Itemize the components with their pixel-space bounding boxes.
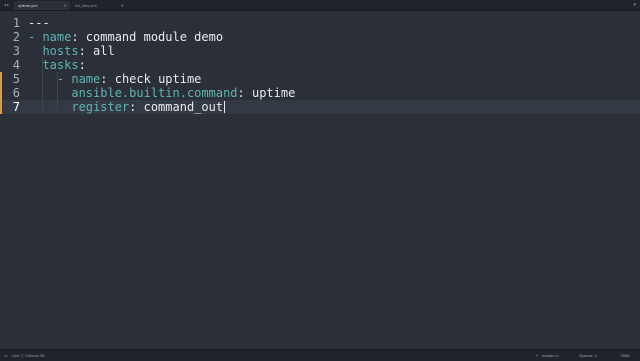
code-token: : <box>78 58 86 72</box>
git-branch[interactable]: master <box>542 350 554 361</box>
code-line[interactable]: - name: check uptime <box>28 72 202 86</box>
code-line[interactable]: ansible.builtin.command: uptime <box>28 86 295 100</box>
tab-list-dropdown-icon[interactable]: ▾ <box>633 0 636 10</box>
code-line[interactable]: - name: command module demo <box>28 30 223 44</box>
line-number: 5 <box>12 72 20 86</box>
code-token: : command_out <box>129 100 224 114</box>
cursor-position[interactable]: Line 7, Column 26 <box>12 350 44 361</box>
line-number: 2 <box>12 30 20 44</box>
yaml-key: ansible.builtin.command <box>71 86 238 100</box>
code-token: : check uptime <box>100 72 202 86</box>
tab-nav-arrows-icon[interactable]: ◂▸ <box>0 0 14 10</box>
line-number: 3 <box>12 44 20 58</box>
code-line[interactable]: --- <box>28 16 50 30</box>
tab-label: uptime.yml <box>18 3 38 8</box>
code-line[interactable]: hosts: all <box>28 44 115 58</box>
close-icon[interactable]: ✕ <box>121 1 124 10</box>
tab-label: list_files.yml <box>75 3 97 8</box>
line-number: 6 <box>12 86 20 100</box>
tab-bar: ◂▸ uptime.yml ✕ list_files.yml ✕ ▾ <box>0 0 640 11</box>
code-editor[interactable]: 1 --- 2- name: command module demo 3 hosts:… <box>0 11 640 349</box>
code-line[interactable]: tasks: <box>28 58 86 72</box>
code-token: - <box>56 72 72 86</box>
line-number: 4 <box>12 58 20 72</box>
line-number: 7 <box>12 100 20 114</box>
line-number: 1 <box>12 16 20 30</box>
yaml-key: hosts <box>42 44 79 58</box>
status-icon[interactable]: ▭ <box>4 350 8 361</box>
tab-list-files-yml[interactable]: list_files.yml ✕ <box>71 1 127 10</box>
code-token: : uptime <box>237 86 296 100</box>
yaml-key: tasks <box>42 58 79 72</box>
status-bar: ▭ Line 7, Column 26 ⑂ master ▭ Spaces: 2… <box>0 349 640 361</box>
code-token: - <box>28 30 43 44</box>
text-cursor <box>224 101 226 113</box>
yaml-key: name <box>71 72 101 86</box>
code-token: --- <box>28 16 50 30</box>
syntax-mode[interactable]: YAML <box>620 350 631 361</box>
code-token: : command module demo <box>71 30 224 44</box>
branch-status-icon: ▭ <box>555 353 559 358</box>
yaml-key: name <box>42 30 72 44</box>
code-token: : all <box>78 44 115 58</box>
yaml-key: register <box>71 100 130 114</box>
code-line[interactable]: register: command_out <box>28 100 226 114</box>
git-branch-icon: ⑂ <box>536 353 539 358</box>
indentation-setting[interactable]: Spaces: 2 <box>579 350 597 361</box>
close-icon[interactable]: ✕ <box>64 1 67 10</box>
tab-uptime-yml[interactable]: uptime.yml ✕ <box>14 1 70 10</box>
